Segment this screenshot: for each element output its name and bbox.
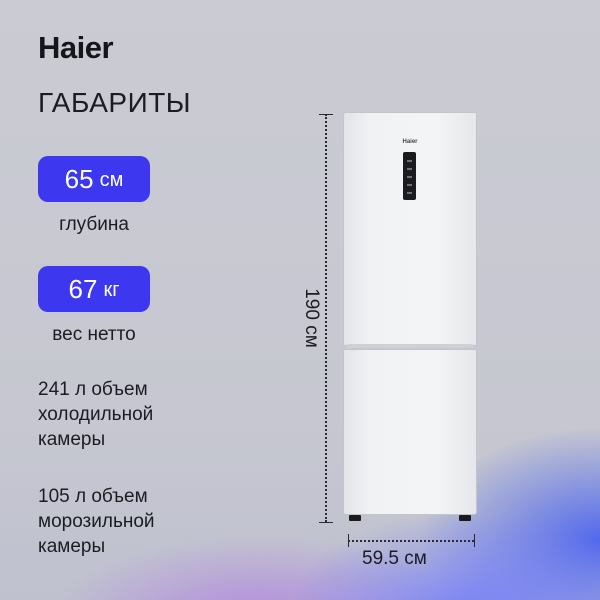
brand-logo: Haier	[38, 30, 114, 65]
height-label: 190 см	[301, 288, 322, 348]
depth-value: 65	[64, 163, 94, 194]
weight-label: вес нетто	[52, 324, 136, 345]
depth-label: глубина	[59, 214, 129, 235]
weight-badge: 67 кг	[38, 266, 150, 312]
door-gap	[347, 344, 473, 348]
fridge-brand-logo: Haier	[402, 139, 418, 145]
freezer-volume-text: 105 л объем морозильной камеры	[38, 486, 155, 557]
freezer-door	[343, 349, 477, 515]
height-dimension-line	[325, 114, 327, 522]
control-panel	[403, 152, 416, 200]
page-heading: ГАБАРИТЫ	[38, 87, 192, 118]
width-label: 59.5 см	[362, 548, 427, 569]
width-line-cap-right	[474, 534, 475, 547]
height-line-cap-bottom	[319, 522, 333, 523]
fridge-foot-left	[349, 515, 361, 521]
fridge-door	[343, 112, 477, 346]
weight-value: 67	[68, 273, 98, 304]
depth-unit: см	[99, 168, 124, 191]
weight-unit: кг	[103, 278, 120, 301]
fridge-volume-text: 241 л объем холодильной камеры	[38, 379, 154, 450]
fridge-foot-right	[459, 515, 471, 521]
width-dimension-line	[348, 540, 474, 542]
depth-badge: 65 см	[38, 156, 150, 202]
